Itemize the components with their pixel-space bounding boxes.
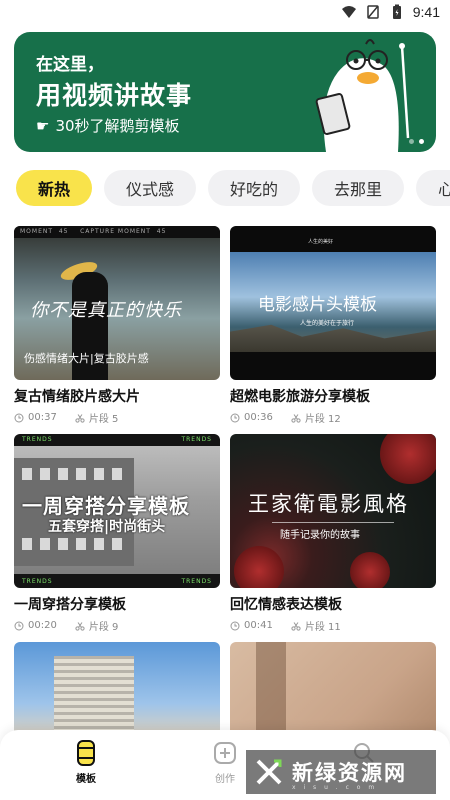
status-bar: 9:41 [0, 0, 450, 26]
template-card[interactable]: TRENDS TRENDS 一周穿搭分享模板 五套穿搭|时尚街头 TRENDS TR… [14, 434, 220, 633]
banner-cta-label: 30秒了解鹅剪模板 [55, 117, 180, 135]
site-watermark: 新绿资源网 x i s u . c o m [246, 750, 436, 794]
template-segments: 片段 12 [304, 414, 341, 425]
thumb-headline: 王家衛電影風格 [248, 492, 409, 516]
template-duration: 00:36 [244, 412, 273, 423]
status-time: 9:41 [412, 4, 440, 20]
promo-banner[interactable]: 在这里， 用视频讲故事 ☛ 30秒了解鹅剪模板 [14, 32, 436, 152]
template-segments: 片段 5 [88, 414, 119, 425]
chip-haochide[interactable]: 好吃的 [208, 170, 301, 206]
scissors-icon [75, 621, 85, 631]
wifi-icon [341, 6, 356, 18]
rose-shape [380, 434, 436, 484]
template-meta: 00:20 片段 9 [14, 618, 220, 633]
template-title: 一周穿搭分享模板 [14, 597, 126, 613]
clock-icon [230, 621, 240, 630]
scissors-icon [75, 413, 85, 423]
clock-icon [230, 413, 240, 422]
rose-shape [350, 552, 390, 588]
banner-pagination [409, 139, 424, 144]
template-thumbnail[interactable]: TRENDS TRENDS 一周穿搭分享模板 五套穿搭|时尚街头 TRENDS TR… [14, 434, 220, 588]
status-icons: 9:41 [341, 4, 440, 20]
trends-strip-bottom: TRENDS TRENDS [22, 578, 212, 585]
clock-icon [14, 413, 24, 422]
sim-icon [367, 5, 379, 19]
banner-dot-active [419, 139, 424, 144]
template-card[interactable]: 人生的美好 电影感片头模板 人生的美好在于旅行 超燃电影旅游分享模板 00:36… [230, 226, 436, 425]
template-title: 复古情绪胶片感大片 [14, 389, 140, 405]
film-frame-strip: MOMENT 45 CAPTURE MOMENT 45 [14, 226, 220, 238]
template-card[interactable]: MOMENT 45 CAPTURE MOMENT 45 你不是真正的快乐 伤感情… [14, 226, 220, 425]
clock-icon [14, 621, 24, 630]
thumb-headline: 你不是真正的快乐 [30, 300, 182, 321]
hand-pointing-icon: ☛ [36, 116, 50, 135]
scissors-icon [291, 621, 301, 631]
template-segments: 片段 11 [304, 622, 341, 633]
scissors-icon [291, 413, 301, 423]
chip-xinre[interactable]: 新热 [16, 170, 93, 206]
thumb-subline: 伤感情绪大片|复古胶片感 [24, 352, 149, 365]
wall-shadow-shape [256, 642, 286, 732]
watermark-text: 新绿资源网 [292, 761, 407, 785]
thumb-subline: 五套穿搭|时尚街头 [48, 519, 166, 535]
window-row [22, 468, 122, 480]
banner-cta[interactable]: ☛ 30秒了解鹅剪模板 [36, 115, 180, 136]
template-meta: 00:36 片段 12 [230, 410, 436, 425]
thumb-headline: 一周穿搭分享模板 [22, 494, 190, 518]
chip-xin[interactable]: 心 [416, 170, 450, 206]
thumb-subline: 随手记录你的故事 [280, 530, 360, 541]
banner-headline: 用视频讲故事 [36, 81, 193, 110]
rose-shape [234, 546, 284, 588]
nav-templates[interactable]: 模板 [56, 740, 116, 785]
hotel-tower-shape [54, 656, 134, 736]
chip-qunali[interactable]: 去那里 [312, 170, 405, 206]
nav-create-label: 创作 [215, 774, 235, 785]
thumb-top-caption: 人生的美好 [308, 239, 334, 245]
template-duration: 00:20 [28, 620, 57, 631]
template-duration: 00:41 [244, 620, 273, 631]
battery-icon [392, 4, 401, 19]
banner-dot [409, 139, 414, 144]
template-meta: 00:37 片段 5 [14, 410, 220, 425]
template-segments: 片段 9 [88, 622, 119, 633]
template-duration: 00:37 [28, 412, 57, 423]
trends-strip-top: TRENDS TRENDS [22, 436, 212, 443]
watermark-subtext: x i s u . c o m [292, 784, 378, 791]
template-thumbnail[interactable]: 王家衛電影風格 随手记录你的故事 [230, 434, 436, 588]
duck-mascot-illustration [315, 39, 410, 152]
x-logo-icon [256, 759, 282, 785]
template-meta: 00:41 片段 11 [230, 618, 436, 633]
template-title: 回忆情感表达模板 [230, 597, 342, 613]
thumb-headline: 电影感片头模板 [258, 295, 377, 315]
template-thumbnail[interactable]: MOMENT 45 CAPTURE MOMENT 45 你不是真正的快乐 伤感情… [14, 226, 220, 380]
template-card[interactable]: 王家衛電影風格 随手记录你的故事 回忆情感表达模板 00:41 片段 11 [230, 434, 436, 633]
banner-line1: 在这里， [36, 55, 104, 75]
plus-square-icon [214, 742, 236, 764]
thumb-tagline: 人生的美好在于旅行 [300, 320, 355, 327]
divider-line [272, 522, 394, 523]
template-thumbnail[interactable]: 人生的美好 电影感片头模板 人生的美好在于旅行 [230, 226, 436, 380]
nav-templates-label: 模板 [76, 774, 96, 785]
chip-yishigan[interactable]: 仪式感 [104, 170, 197, 206]
window-row [22, 538, 122, 550]
category-chips: 新热 仪式感 好吃的 去那里 心 [16, 170, 450, 208]
template-icon [77, 740, 95, 766]
template-title: 超燃电影旅游分享模板 [230, 389, 370, 405]
